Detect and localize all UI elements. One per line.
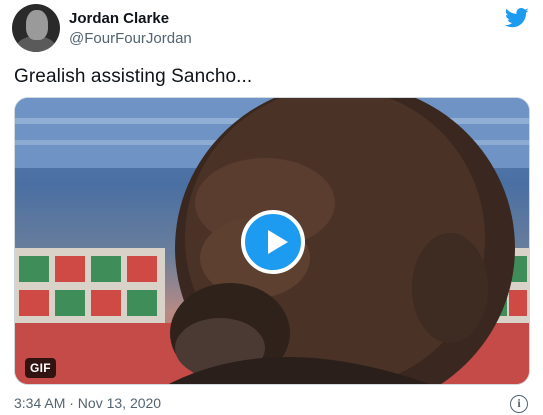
gif-media[interactable]: GIF	[14, 97, 530, 385]
author-name[interactable]: Jordan Clarke	[69, 10, 169, 27]
tweet-text: Grealish assisting Sancho...	[14, 66, 253, 87]
twitter-bird-icon[interactable]	[505, 8, 529, 28]
avatar[interactable]	[12, 4, 60, 52]
play-icon[interactable]	[241, 210, 305, 274]
tweet-card: Jordan Clarke @FourFourJordan Grealish a…	[0, 0, 543, 415]
info-icon[interactable]: i	[510, 395, 528, 413]
tweet-timestamp[interactable]: 3:34 AM · Nov 13, 2020	[14, 395, 161, 411]
gif-badge: GIF	[25, 358, 56, 378]
author-handle[interactable]: @FourFourJordan	[69, 30, 192, 47]
